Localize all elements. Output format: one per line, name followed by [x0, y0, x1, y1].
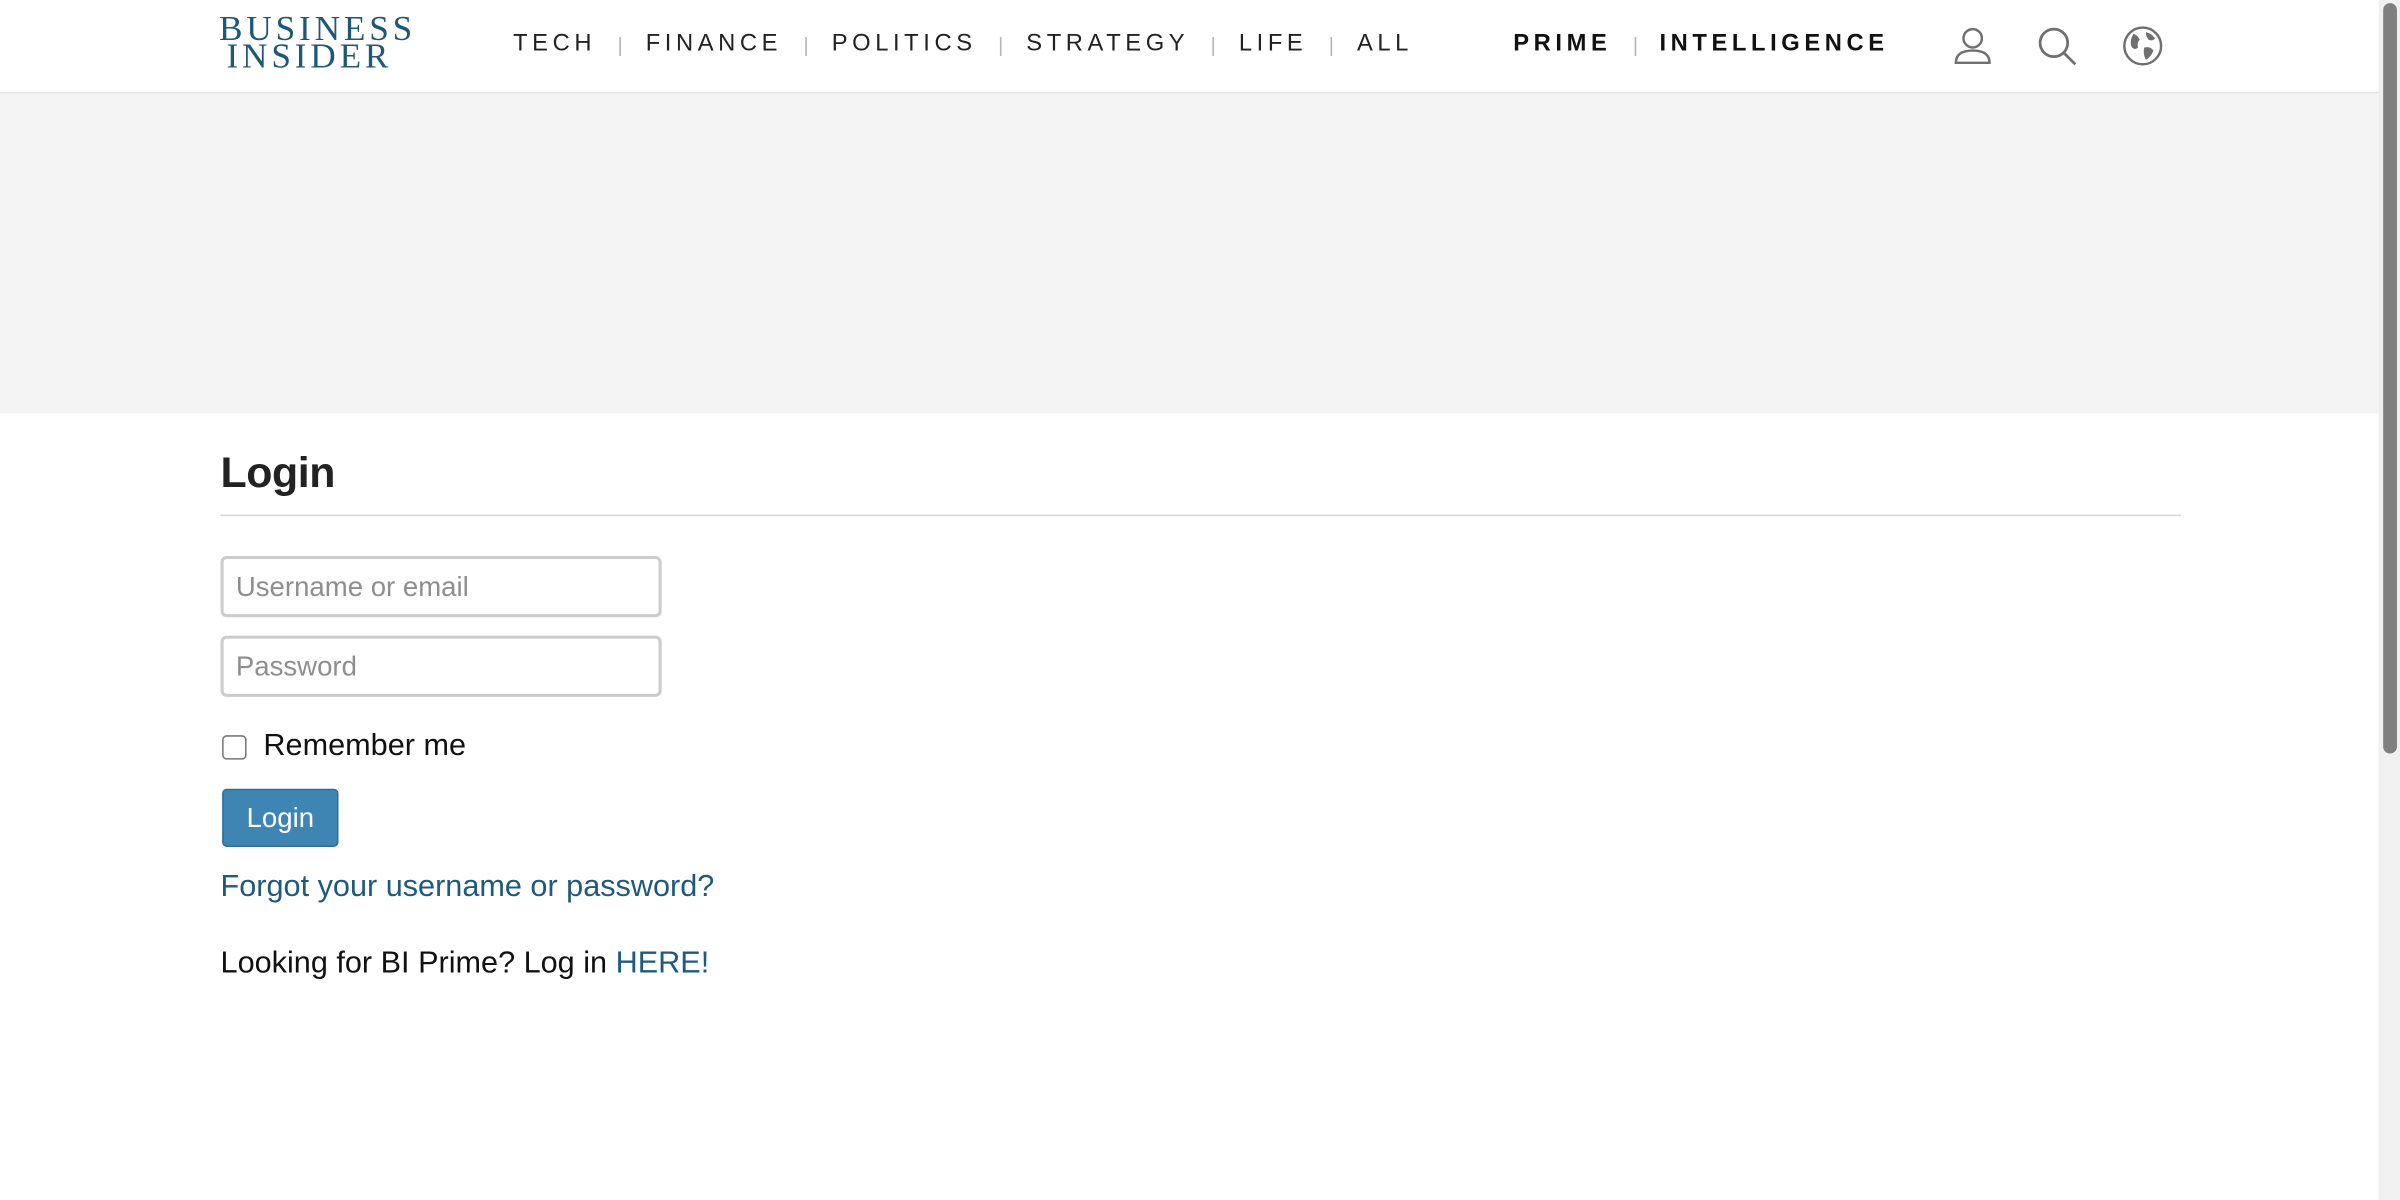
nav-item-tech[interactable]: TECH — [513, 31, 596, 59]
remember-me-checkbox[interactable] — [222, 734, 247, 759]
nav-separator: | — [617, 32, 623, 56]
globe-icon[interactable] — [2121, 25, 2164, 68]
business-insider-logo[interactable]: BUSINESS INSIDER — [219, 11, 412, 76]
logo-line-2: INSIDER — [226, 36, 393, 76]
primary-nav: TECH | FINANCE | POLITICS | STRATEGY | L… — [513, 31, 1413, 59]
forgot-password-link[interactable]: Forgot your username or password? — [221, 870, 2181, 905]
prime-login-prompt: Looking for BI Prime? Log in HERE! — [221, 947, 2181, 982]
site-header: BUSINESS INSIDER TECH | FINANCE | POLITI… — [0, 0, 2400, 94]
nav-item-intelligence[interactable]: INTELLIGENCE — [1659, 31, 1888, 59]
nav-item-all[interactable]: ALL — [1357, 31, 1413, 59]
nav-separator: | — [1210, 32, 1216, 56]
nav-item-finance[interactable]: FINANCE — [646, 31, 782, 59]
nav-separator: | — [1632, 32, 1639, 56]
nav-separator: | — [998, 32, 1004, 56]
login-section: Login Remember me Login Forgot your user… — [220, 414, 2181, 982]
password-input[interactable] — [220, 635, 662, 697]
nav-item-politics[interactable]: POLITICS — [832, 31, 977, 59]
nav-item-prime[interactable]: PRIME — [1513, 31, 1611, 59]
username-input[interactable] — [220, 555, 662, 618]
nav-item-strategy[interactable]: STRATEGY — [1026, 31, 1189, 59]
remember-me-label: Remember me — [263, 729, 467, 763]
prime-login-text: Looking for BI Prime? Log in — [220, 946, 616, 981]
user-icon[interactable] — [1951, 25, 1994, 68]
remember-me-row[interactable]: Remember me — [221, 729, 2181, 764]
nav-item-life[interactable]: LIFE — [1239, 31, 1308, 59]
search-icon[interactable] — [2035, 25, 2078, 68]
ad-placeholder — [0, 93, 2382, 414]
prime-login-link[interactable]: HERE! — [616, 947, 710, 981]
scrollbar-thumb[interactable] — [2383, 3, 2397, 754]
nav-separator: | — [1328, 32, 1334, 56]
nav-separator: | — [803, 32, 809, 56]
page: BUSINESS INSIDER TECH | FINANCE | POLITI… — [0, 0, 2400, 1200]
secondary-nav: PRIME | INTELLIGENCE — [1513, 31, 1888, 59]
login-button[interactable]: Login — [222, 788, 339, 847]
page-title: Login — [220, 447, 2181, 517]
